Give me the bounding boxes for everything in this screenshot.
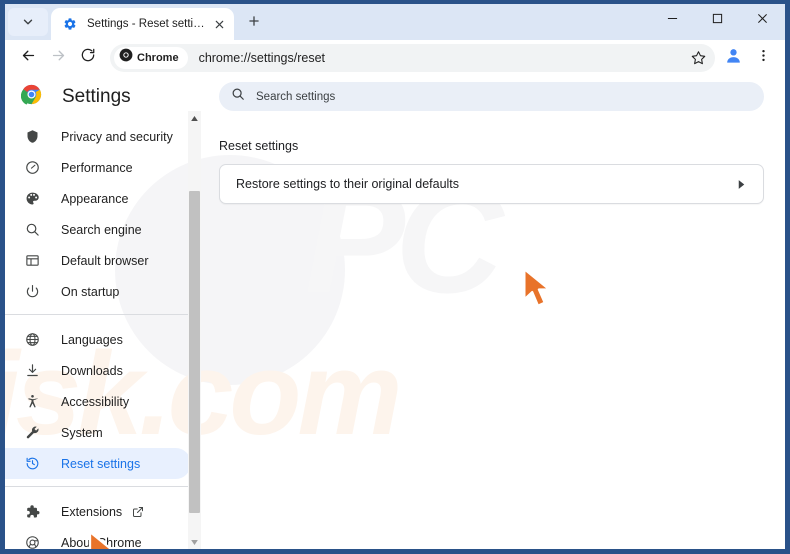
nav-group-primary: Privacy and security Performance Appeara… xyxy=(5,119,197,307)
sidebar-item-extensions[interactable]: Extensions xyxy=(5,496,191,527)
sidebar-item-label: System xyxy=(61,425,103,440)
settings-sidebar: Settings Privacy and security Performanc… xyxy=(5,75,197,549)
sidebar-item-label: Privacy and security xyxy=(61,129,173,144)
nav-group-tertiary: Extensions About Chrome xyxy=(5,494,197,549)
sidebar-item-label: Default browser xyxy=(61,253,149,268)
arrow-left-icon xyxy=(20,47,37,69)
settings-header: Settings xyxy=(5,75,197,119)
sidebar-item-label: Performance xyxy=(61,160,133,175)
minimize-button[interactable] xyxy=(650,4,695,36)
close-icon[interactable] xyxy=(210,15,228,33)
settings-gear-icon xyxy=(62,16,78,32)
forward-button[interactable] xyxy=(43,43,73,73)
avatar-icon xyxy=(724,46,743,70)
browser-window: Settings - Reset settings Chrome chrome:… xyxy=(0,0,790,554)
close-icon xyxy=(757,11,768,29)
address-bar[interactable]: Chrome chrome://settings/reset xyxy=(110,43,715,72)
settings-page: PC risk.com Settings xyxy=(5,75,785,549)
mouse-cursor-main xyxy=(521,267,557,314)
sidebar-item-label: Appearance xyxy=(61,191,129,206)
sidebar-item-on-startup[interactable]: On startup xyxy=(5,276,191,307)
url-text: chrome://settings/reset xyxy=(198,50,326,65)
sidebar-item-label: Search engine xyxy=(61,222,142,237)
sidebar-item-search-engine[interactable]: Search engine xyxy=(5,214,191,245)
sidebar-item-languages[interactable]: Languages xyxy=(5,324,191,355)
nav-group-secondary: Languages Downloads Accessibility System… xyxy=(5,322,197,479)
tab-settings-reset[interactable]: Settings - Reset settings xyxy=(51,8,234,40)
shield-icon xyxy=(22,129,42,144)
palette-icon xyxy=(22,191,42,206)
sidebar-item-privacy-and-security[interactable]: Privacy and security xyxy=(5,121,191,152)
sidebar-item-default-browser[interactable]: Default browser xyxy=(5,245,191,276)
chevron-right-icon xyxy=(736,179,747,190)
sidebar-scrollbar[interactable] xyxy=(188,111,201,549)
sidebar-item-system[interactable]: System xyxy=(5,417,191,448)
search-placeholder: Search settings xyxy=(256,90,336,103)
arrow-right-icon xyxy=(50,47,67,69)
more-vertical-icon xyxy=(756,48,771,68)
tab-strip: Settings - Reset settings xyxy=(5,4,785,40)
restore-settings-row[interactable]: Restore settings to their original defau… xyxy=(219,164,764,204)
power-icon xyxy=(22,284,42,299)
reload-icon xyxy=(80,47,96,68)
search-icon xyxy=(22,222,42,237)
page-title: Settings xyxy=(62,86,131,107)
scroll-down-arrow-icon[interactable] xyxy=(188,535,201,549)
chrome-logo-icon xyxy=(20,84,42,110)
speedometer-icon xyxy=(22,160,42,175)
sidebar-divider xyxy=(5,314,191,315)
browser-toolbar: Chrome chrome://settings/reset xyxy=(5,40,785,75)
new-tab-button[interactable] xyxy=(240,9,268,37)
sidebar-item-reset-settings[interactable]: Reset settings xyxy=(5,448,191,479)
sidebar-item-downloads[interactable]: Downloads xyxy=(5,355,191,386)
close-window-button[interactable] xyxy=(740,4,785,36)
maximize-icon xyxy=(712,11,723,29)
wrench-icon xyxy=(22,425,42,440)
sidebar-item-label: On startup xyxy=(61,284,120,299)
history-restore-icon xyxy=(22,456,42,471)
scrollbar-thumb[interactable] xyxy=(189,191,200,513)
bookmark-star-icon[interactable] xyxy=(687,47,709,69)
chrome-logo-icon xyxy=(119,48,133,67)
sidebar-item-accessibility[interactable]: Accessibility xyxy=(5,386,191,417)
sidebar-item-label: Accessibility xyxy=(61,394,130,409)
tab-search-button[interactable] xyxy=(8,8,48,36)
puzzle-piece-icon xyxy=(22,504,42,519)
accessibility-icon xyxy=(22,394,42,409)
globe-icon xyxy=(22,332,42,347)
sidebar-divider xyxy=(5,486,191,487)
sidebar-item-label: Extensions xyxy=(61,504,123,519)
minimize-icon xyxy=(667,11,678,29)
search-icon xyxy=(231,87,245,106)
sidebar-item-about-chrome[interactable]: About Chrome xyxy=(5,527,191,549)
tab-title: Settings - Reset settings xyxy=(87,18,210,30)
external-link-icon xyxy=(132,506,144,518)
profile-avatar-button[interactable] xyxy=(719,44,747,72)
chrome-menu-button[interactable] xyxy=(749,44,777,72)
scroll-up-arrow-icon[interactable] xyxy=(188,111,201,125)
search-settings-input[interactable]: Search settings xyxy=(219,82,764,111)
plus-icon xyxy=(247,14,261,33)
settings-main-content: Search settings Reset settings Restore s… xyxy=(201,75,785,549)
sidebar-item-appearance[interactable]: Appearance xyxy=(5,183,191,214)
maximize-button[interactable] xyxy=(695,4,740,36)
chevron-down-icon xyxy=(21,15,35,29)
sidebar-item-label: Languages xyxy=(61,332,123,347)
window-controls xyxy=(650,4,785,36)
sidebar-item-label: About Chrome xyxy=(61,535,142,550)
reload-button[interactable] xyxy=(73,43,103,73)
download-icon xyxy=(22,363,42,378)
chrome-chip-label: Chrome xyxy=(137,51,179,64)
sidebar-item-performance[interactable]: Performance xyxy=(5,152,191,183)
back-button[interactable] xyxy=(13,43,43,73)
chrome-origin-chip: Chrome xyxy=(114,46,188,69)
chrome-outline-icon xyxy=(22,535,42,549)
browser-window-icon xyxy=(22,253,42,268)
section-heading: Reset settings xyxy=(219,139,299,153)
sidebar-item-label: Reset settings xyxy=(61,456,141,471)
sidebar-item-label: Downloads xyxy=(61,363,123,378)
restore-settings-label: Restore settings to their original defau… xyxy=(236,177,460,191)
